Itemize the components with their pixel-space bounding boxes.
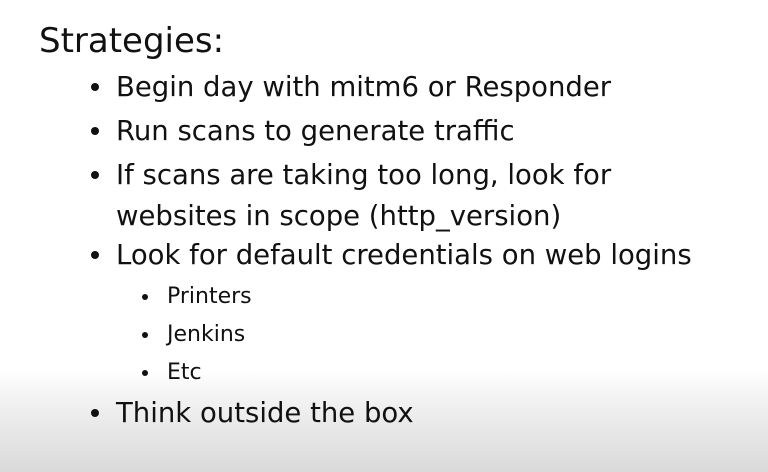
bullet-text: Run scans to generate traffic xyxy=(116,115,515,147)
bullet-dot-icon xyxy=(91,83,99,91)
sub-bullet-item: Etc xyxy=(142,357,202,389)
sub-bullet-dot-icon xyxy=(142,332,148,338)
slide-title: Strategies: xyxy=(39,21,225,61)
bullet-item: Think outside the box xyxy=(91,393,414,434)
bullet-item: Look for default credentials on web logi… xyxy=(91,235,692,276)
sub-bullet-dot-icon xyxy=(142,370,148,376)
bullet-dot-icon xyxy=(91,127,99,135)
sub-bullet-text: Jenkins xyxy=(167,322,246,347)
bullet-text: Look for default credentials on web logi… xyxy=(116,239,692,271)
bullet-dot-icon xyxy=(91,409,99,417)
sub-bullet-text: Printers xyxy=(167,284,252,309)
bullet-text: Begin day with mitm6 or Responder xyxy=(116,71,612,103)
bullet-item: If scans are taking too long, look for w… xyxy=(91,155,612,237)
sub-bullet-dot-icon xyxy=(142,294,148,300)
bullet-text: Think outside the box xyxy=(116,397,414,429)
bullet-text: If scans are taking too long, look for xyxy=(116,159,612,191)
bullet-item: Begin day with mitm6 or Responder xyxy=(91,67,612,108)
bullet-dot-icon xyxy=(91,171,99,179)
bullet-dot-icon xyxy=(91,251,99,259)
slide: Strategies: Begin day with mitm6 or Resp… xyxy=(0,0,768,472)
bullet-text-continued: websites in scope (http_version) xyxy=(116,200,562,232)
sub-bullet-text: Etc xyxy=(167,360,202,385)
sub-bullet-item: Printers xyxy=(142,281,252,313)
bullet-item: Run scans to generate traffic xyxy=(91,111,515,152)
sub-bullet-item: Jenkins xyxy=(142,319,246,351)
